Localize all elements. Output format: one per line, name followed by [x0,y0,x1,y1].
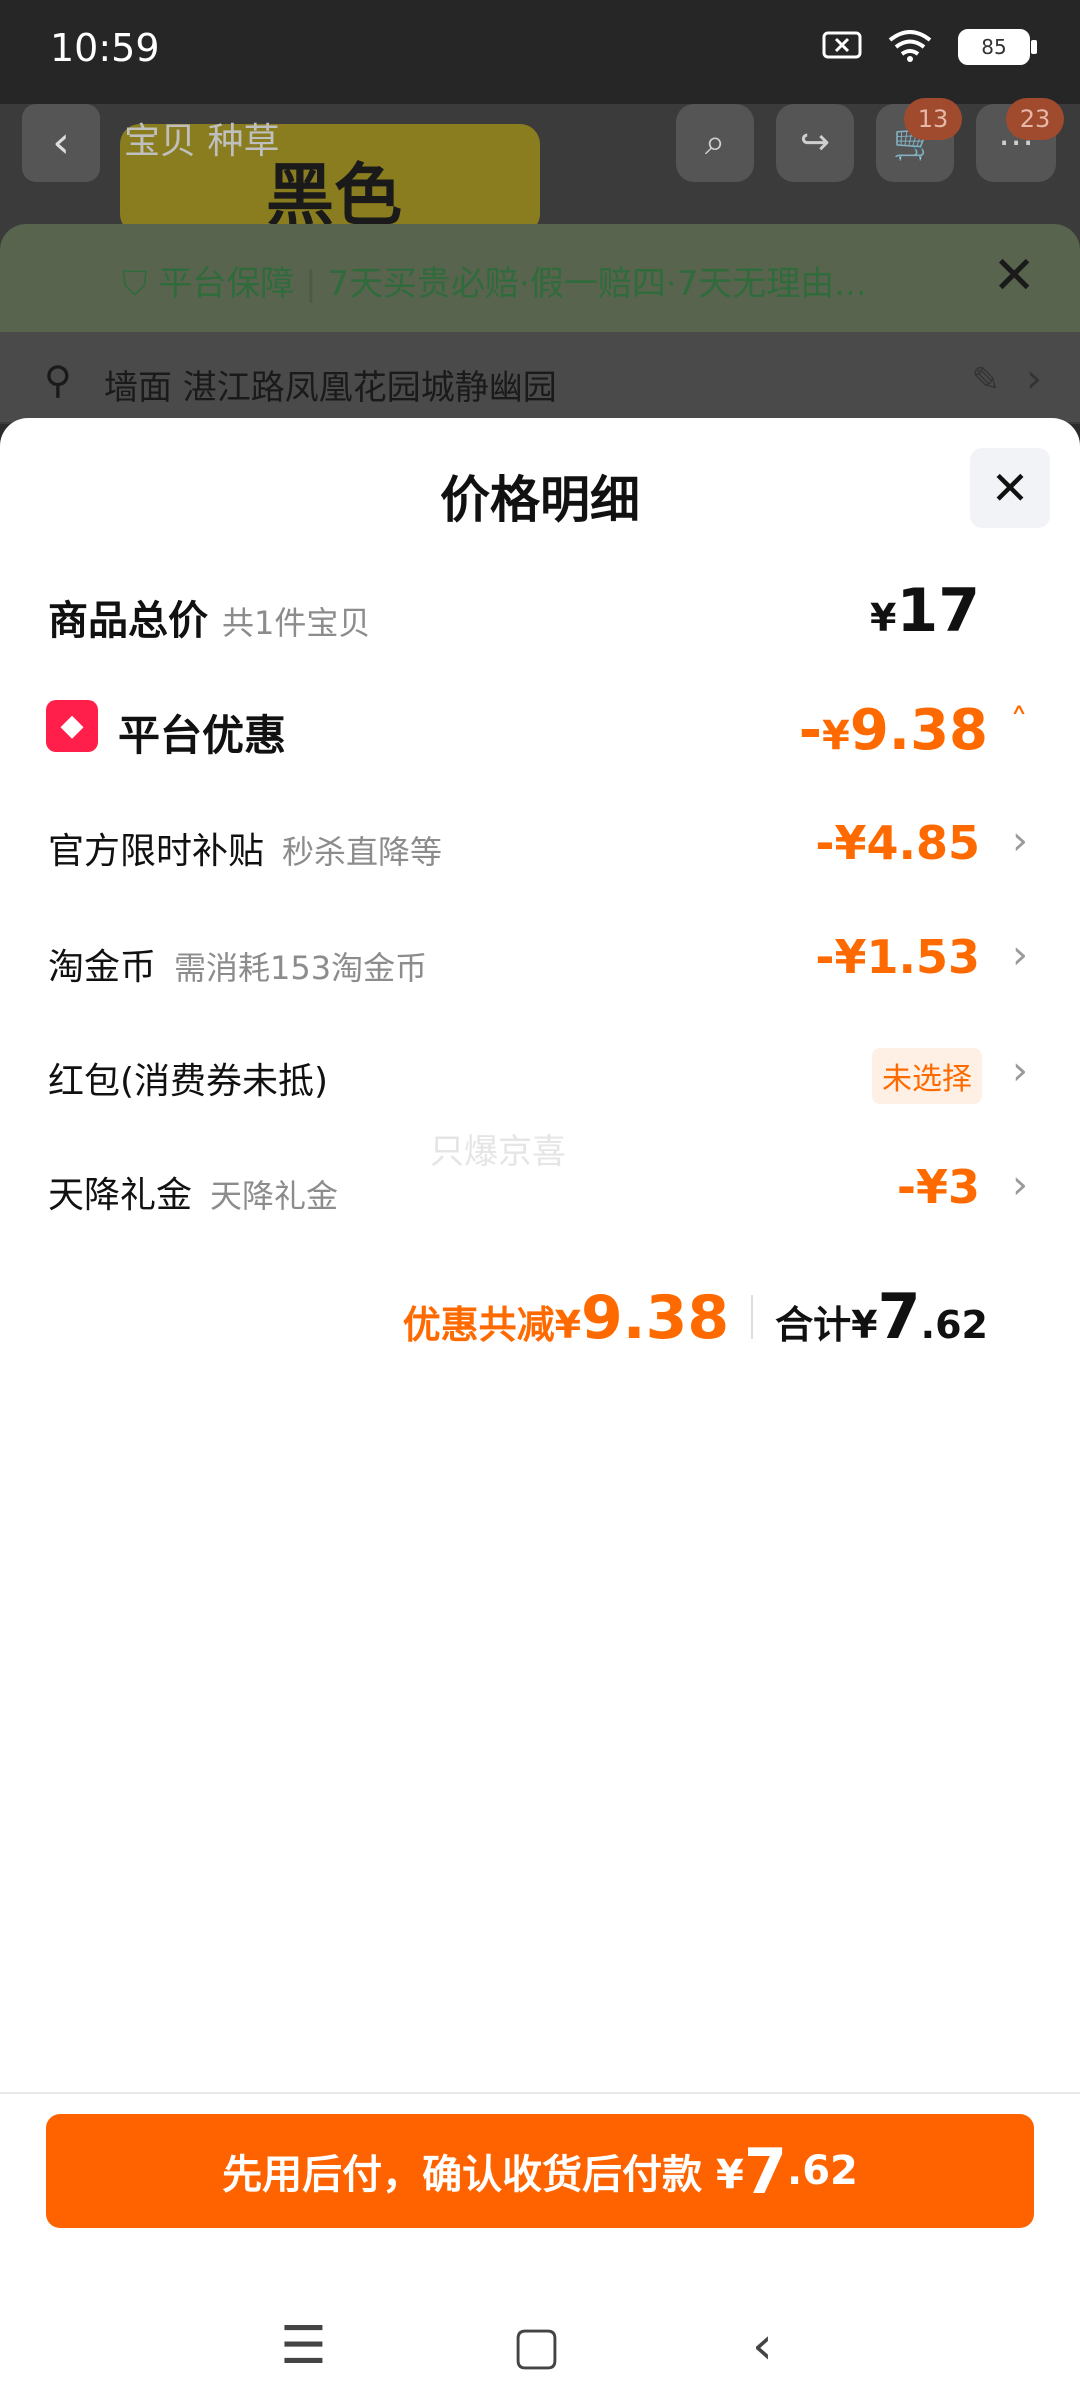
discount-summary: 优惠共减¥9.38 [403,1283,730,1353]
sheet-title: 价格明细 [440,471,640,529]
discount-summary-label: 优惠共减¥ [402,1303,582,1347]
pay-button-label: 先用后付，确认收货后付款 ¥ [222,2152,744,2198]
grand-total-int: 7 [877,1280,921,1353]
status-icons: 85 [822,28,1037,66]
cart-icon[interactable]: 🛒 13 [876,98,962,182]
cart-badge: 13 [904,98,962,140]
shield-icon: ⛉ [122,264,148,304]
row-label: 淘金币 [48,947,157,988]
chevron-up-icon[interactable]: ˄ [1010,702,1028,743]
no-sim-icon [822,29,862,65]
battery-icon: 85 [958,29,1037,65]
share-icon[interactable]: ↪ [776,104,854,182]
guarantee-detail: 7天买贵必赔·假一赔四·7天无理由... [327,264,867,304]
row-label: 红包(消费券未抵) [48,1061,329,1102]
home-icon[interactable]: ▢ [512,2316,561,2376]
back-icon[interactable]: ‹ [22,104,100,182]
row-sub: 秒杀直降等 [282,833,443,871]
message-badge: 23 [1006,98,1064,140]
pay-button-int: 7 [743,2134,788,2208]
list-item[interactable]: 官方限时补贴 秒杀直降等 [48,822,442,874]
chevron-right-icon[interactable]: › [1012,1048,1028,1094]
wifi-icon [886,28,934,66]
promo-prefix: - [798,698,822,763]
back-nav-icon[interactable]: ‹ [752,2316,773,2376]
guarantee-title: 平台保障 [158,264,295,304]
chevron-right-icon[interactable]: › [1012,1162,1028,1208]
guarantee-text: ⛉ 平台保障 | 7天买贵必赔·假一赔四·7天无理由... [122,264,867,304]
system-nav-bar: ☰ ▢ ‹ [0,2298,1080,2400]
promo-currency: ¥ [821,713,850,759]
chevron-right-icon[interactable]: › [1012,932,1028,978]
row-sub: 需消耗153淘金币 [174,949,428,987]
grand-total-dec: .62 [920,1303,988,1347]
total-currency: ¥ [870,596,897,640]
guarantee-close-icon[interactable]: ✕ [992,246,1036,306]
discount-summary-amount: 9.38 [581,1283,730,1353]
unselected-badge[interactable]: 未选择 [872,1048,982,1104]
tag-icon: ◆ [46,700,98,752]
total-price-sub: 共1件宝贝 [222,604,371,642]
total-price-label: 商品总价 [48,598,208,644]
chevron-right-icon[interactable]: › [1012,818,1028,864]
menu-icon[interactable]: ☰ [280,2316,327,2376]
row-value: -¥1.53 [815,930,980,984]
list-item[interactable]: 天降礼金 天降礼金 [48,1166,338,1218]
list-item[interactable]: 淘金币 需消耗153淘金币 [48,938,427,990]
platform-discount-value[interactable]: -¥9.38 [799,698,988,763]
row-value: -¥4.85 [815,816,980,870]
status-bar: 10:59 85 [0,0,1080,104]
watermark: 只爆京喜 [430,1132,566,1172]
total-price-value: ¥17 [870,576,980,646]
row-label: 天降礼金 [48,1175,193,1216]
grand-total: 合计¥7.62 [775,1280,988,1353]
price-detail-sheet: 价格明细 ✕ 商品总价 共1件宝贝 ¥17 ◆ 平台优惠 -¥9.38 ˄ 官方限… [0,418,1080,2400]
divider [0,2092,1080,2094]
product-tabs[interactable]: 宝贝 种草 [124,112,279,164]
total-price-row: 商品总价 共1件宝贝 [48,588,370,646]
address-text: 墙面 湛江路凤凰花园城静幽园 [104,368,557,408]
list-item[interactable]: 红包(消费券未抵) [48,1052,328,1104]
promo-amount: 9.38 [849,698,988,763]
total-amount: 17 [896,576,981,646]
row-value: -¥3 [896,1160,980,1214]
message-icon[interactable]: ⋯ 23 [976,98,1064,182]
divider [751,1294,754,1339]
pay-button-dec: .62 [787,2148,858,2194]
edit-icon[interactable]: ✎ [972,360,1001,400]
chevron-right-icon[interactable]: › [1026,356,1042,402]
grand-total-label: 合计¥ [775,1303,878,1347]
close-icon[interactable]: ✕ [970,448,1050,528]
location-icon: ⚲ [44,358,72,402]
search-icon[interactable]: ⌕ [676,104,754,182]
price-summary: 优惠共减¥9.38 合计¥7.62 [403,1280,988,1353]
row-sub: 天降礼金 [210,1177,339,1215]
row-label: 官方限时补贴 [48,831,265,872]
pay-later-button[interactable]: 先用后付，确认收货后付款 ¥7.62 [46,2114,1034,2228]
status-time: 10:59 [50,26,160,70]
platform-discount-label: 平台优惠 [118,711,287,760]
